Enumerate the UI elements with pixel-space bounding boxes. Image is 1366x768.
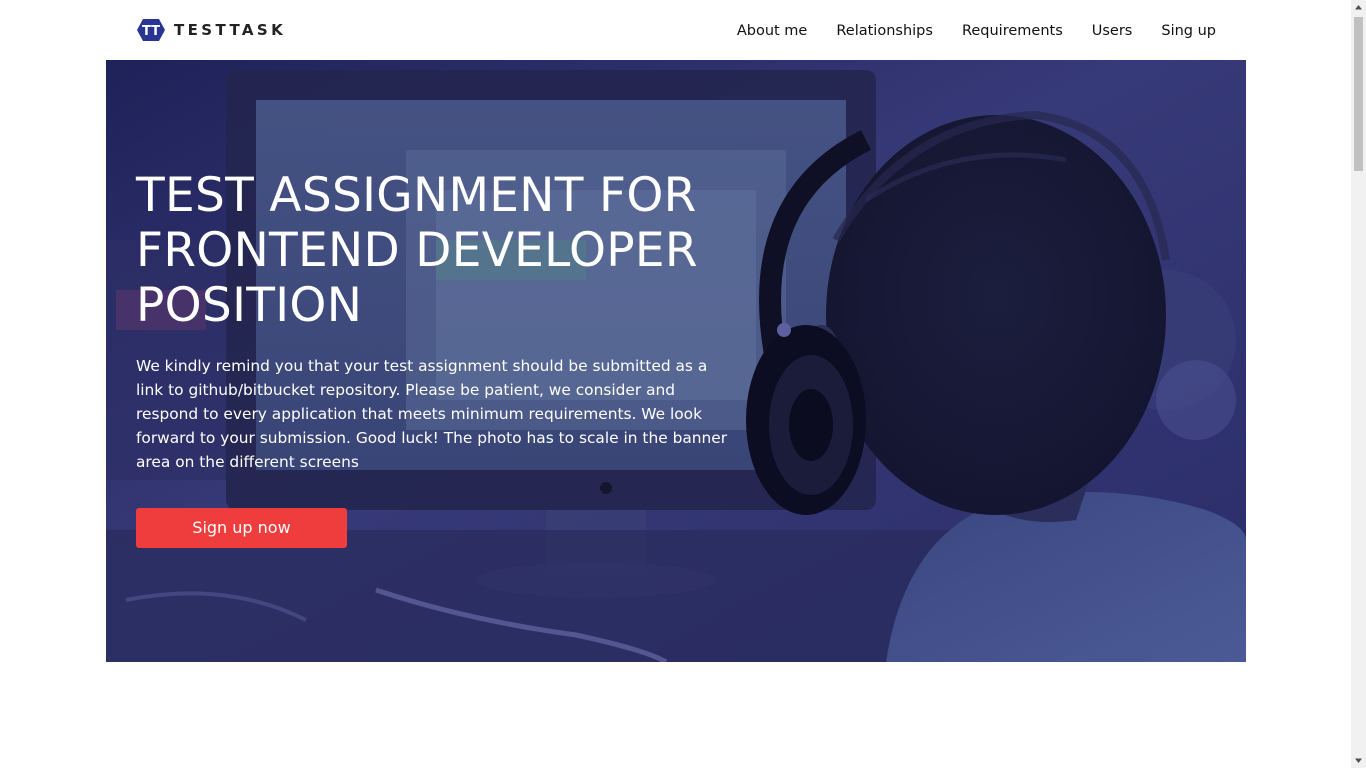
logo-icon: TT bbox=[137, 19, 165, 41]
hero-headline: TEST ASSIGNMENT FOR FRONTEND DEVELOPER P… bbox=[136, 168, 698, 333]
nav-item-about-me[interactable]: About me bbox=[737, 20, 808, 42]
logo[interactable]: TT TESTTASK bbox=[136, 18, 286, 42]
scroll-up-arrow-icon[interactable] bbox=[1351, 0, 1366, 15]
site-header: TT TESTTASK About me Relationships Requi… bbox=[0, 0, 1351, 60]
sign-up-now-button[interactable]: Sign up now bbox=[136, 508, 347, 548]
logo-text: TESTTASK bbox=[174, 21, 287, 39]
nav-item-users[interactable]: Users bbox=[1092, 20, 1133, 42]
nav-item-relationships[interactable]: Relationships bbox=[836, 20, 933, 42]
page: TT TESTTASK About me Relationships Requi… bbox=[0, 0, 1351, 768]
vertical-scrollbar[interactable] bbox=[1351, 0, 1366, 768]
nav-item-sign-up[interactable]: Sing up bbox=[1161, 20, 1216, 42]
main-nav: About me Relationships Requirements User… bbox=[737, 20, 1216, 42]
scroll-down-arrow-icon[interactable] bbox=[1351, 753, 1366, 768]
logo-mark-text: TT bbox=[142, 24, 160, 39]
hero-description: We kindly remind you that your test assi… bbox=[136, 357, 728, 471]
scrollbar-thumb[interactable] bbox=[1354, 17, 1363, 171]
nav-item-requirements[interactable]: Requirements bbox=[962, 20, 1063, 42]
hero-banner: TEST ASSIGNMENT FOR FRONTEND DEVELOPER P… bbox=[106, 60, 1246, 662]
